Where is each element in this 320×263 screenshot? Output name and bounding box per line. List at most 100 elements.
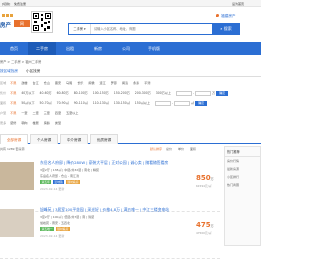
filter-more-label: 更多 <box>0 121 7 125</box>
listing-unit-price: 61594元/㎡ <box>196 184 212 188</box>
filter-option[interactable]: 长乐 <box>77 81 83 85</box>
area-ok-button[interactable]: 确定 <box>195 100 208 106</box>
filter-option[interactable]: 台江 <box>33 81 39 85</box>
filter-option[interactable]: 闽清 <box>122 81 128 85</box>
listing-photo[interactable] <box>0 209 34 237</box>
filter-option[interactable]: 鼓楼 <box>21 81 27 85</box>
tag: 随时看房 <box>65 180 81 184</box>
area-min-input[interactable] <box>154 100 171 106</box>
filter-option[interactable]: 仓山 <box>44 81 50 85</box>
filter-option[interactable]: 40万以下 <box>21 91 34 95</box>
filter-option[interactable]: 不限 <box>10 101 16 105</box>
sidebar-item[interactable]: 热门商圈 <box>225 181 260 189</box>
price-unit: 万 <box>212 91 216 95</box>
nav-secondhand[interactable]: 二手房 <box>28 42 56 55</box>
filter-option[interactable]: 150㎡以上 <box>135 101 150 105</box>
filter-option[interactable]: 110-130㎡ <box>93 101 109 105</box>
search-button[interactable]: ⌕ 搜索 <box>212 23 240 35</box>
nav-home[interactable]: 首页 <box>0 42 28 55</box>
filter-option[interactable]: 90-110㎡ <box>74 101 88 105</box>
filter-option[interactable]: 一室 <box>21 111 27 115</box>
sort-total-price[interactable]: 总价 <box>166 147 172 151</box>
location-selector[interactable]: 福建房产 <box>216 14 236 19</box>
filter-option[interactable]: 不限 <box>10 91 16 95</box>
switch-city-link[interactable]: [切换] <box>2 2 10 6</box>
filter-option[interactable]: 50-70㎡ <box>40 101 52 105</box>
nav-mobile[interactable]: 手机版 <box>140 42 168 55</box>
filter-option[interactable]: 三室 <box>44 111 50 115</box>
filter-rooms: 户型 不限 一室 二室 三室 四室 五室以上 <box>0 110 82 115</box>
filter-option[interactable]: 罗源 <box>111 81 117 85</box>
tab-quality-listings[interactable]: 优质房源 <box>90 134 118 144</box>
filter-option[interactable]: 130-150㎡ <box>114 101 130 105</box>
filter-option[interactable]: 200-300万 <box>135 91 151 95</box>
filter-option[interactable]: 60-80万 <box>57 91 69 95</box>
listing-photo[interactable] <box>0 162 34 190</box>
nav-rent[interactable]: 出租 <box>56 42 84 55</box>
nav-company[interactable]: 公司 <box>112 42 140 55</box>
filter-option[interactable]: 五室以上 <box>66 111 78 115</box>
sidebar-item[interactable]: 最新房源 <box>225 165 260 173</box>
filter-option[interactable]: 40-60万 <box>40 91 52 95</box>
listing-title[interactable]: 旭峰苑 | 3居室100平花园 | 采光好 | 价格4.8万 | 满五唯一 | … <box>40 207 169 213</box>
search-category-label: 二手房 <box>73 27 83 31</box>
search-input[interactable] <box>94 24 214 34</box>
area-max-input[interactable] <box>174 100 191 106</box>
filter-dropdown[interactable]: 房龄 <box>44 121 50 125</box>
filter-option[interactable]: 70-90㎡ <box>57 101 69 105</box>
location-label: 福建房产 <box>221 14 236 18</box>
listing-count: 共有 1289 套房源 <box>0 147 25 151</box>
sidebar-item[interactable]: 小区排行 <box>225 173 260 181</box>
sort-area[interactable]: 面积 <box>190 147 196 151</box>
filter-option[interactable]: 马尾 <box>66 81 72 85</box>
filter-option[interactable]: 二室 <box>33 111 39 115</box>
filter-dropdown[interactable]: 朝向 <box>21 121 27 125</box>
listing-price: 475万 <box>196 221 214 229</box>
tab-by-community[interactable]: 小区找房 <box>26 69 40 74</box>
listing-title[interactable]: 东岳名人府邸 | 降价280W | 豪装大平层 | 正对公园 | 诚心卖 | 随… <box>40 160 168 166</box>
tab-by-region[interactable]: 按区域找房 <box>0 69 18 74</box>
filter-option[interactable]: 50㎡以下 <box>21 101 34 105</box>
filter-option[interactable]: 不限 <box>10 111 16 115</box>
sidebar-item[interactable]: 房价行情 <box>225 157 260 165</box>
filter-dropdown[interactable]: 类型 <box>55 121 61 125</box>
sort-bar: 共有 1289 套房源 默认排序 总价 单价 面积 <box>0 146 220 154</box>
nav-newhome[interactable]: 新房 <box>84 42 112 55</box>
filter-dropdown[interactable]: 装修 <box>10 121 16 125</box>
filter-area-label: 面积 <box>0 101 7 105</box>
price-unit: 万 <box>210 177 214 181</box>
filter-dropdown[interactable]: 楼层 <box>33 121 39 125</box>
filter-option[interactable]: 连江 <box>100 81 106 85</box>
search-icon: ⌕ <box>220 26 223 31</box>
tab-agency-listings[interactable]: 中介房源 <box>60 134 88 144</box>
site-logo[interactable]: 房产 网 <box>0 11 30 35</box>
listing-price: 850万 <box>196 174 214 182</box>
price-max-input[interactable] <box>195 90 212 96</box>
price-ok-button[interactable]: 确定 <box>216 90 229 96</box>
filter-option[interactable]: 150-200万 <box>114 91 130 95</box>
price-value: 475 <box>196 221 211 229</box>
area-unit: ㎡ <box>191 101 195 105</box>
tag: 满五年 <box>40 180 52 184</box>
tab-personal-listings[interactable]: 个人房源 <box>30 134 58 144</box>
tab-all-listings[interactable]: 全部房源 <box>0 134 28 144</box>
price-min-input[interactable] <box>175 90 192 96</box>
logo-badge: 网 <box>14 20 30 27</box>
search-category-select[interactable]: 二手房 ▾ <box>69 24 91 34</box>
tag: 满五唯一 <box>40 227 55 231</box>
set-homepage-link[interactable]: 设为首页 <box>232 2 244 6</box>
filter-option[interactable]: 闽侯 <box>88 81 94 85</box>
filter-option[interactable]: 80-100万 <box>74 91 88 95</box>
filter-option[interactable]: 平潭 <box>144 81 150 85</box>
filter-option[interactable]: 永泰 <box>133 81 139 85</box>
sort-default[interactable]: 默认排序 <box>150 147 162 151</box>
filter-option[interactable]: 300万以上 <box>156 91 171 95</box>
filter-option[interactable]: 不限 <box>10 81 16 85</box>
register-link[interactable]: 免费注册 <box>14 2 26 6</box>
listing-time: 2023-02-14 更新 <box>40 187 65 191</box>
filter-option[interactable]: 100-150万 <box>93 91 109 95</box>
listing-item[interactable]: 旭峰苑 | 3居室100平花园 | 采光好 | 价格4.8万 | 满五唯一 | … <box>0 203 220 259</box>
filter-option[interactable]: 晋安 <box>55 81 61 85</box>
sort-unit-price[interactable]: 单价 <box>178 147 184 151</box>
filter-option[interactable]: 四室 <box>55 111 61 115</box>
